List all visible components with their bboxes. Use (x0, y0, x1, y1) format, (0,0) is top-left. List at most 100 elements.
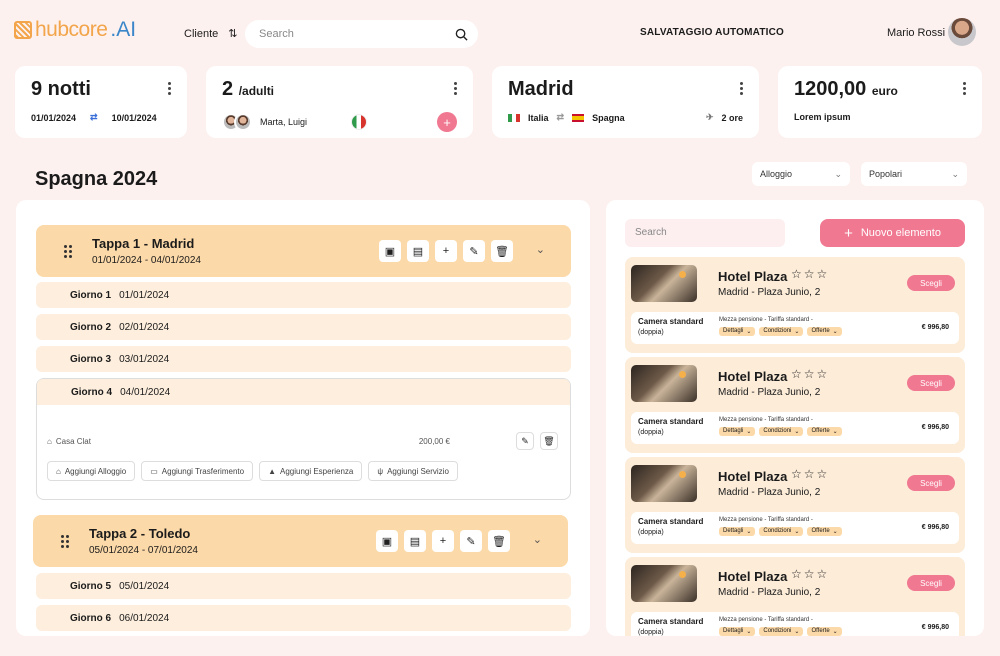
room-price: € 996,80 (921, 424, 949, 431)
add-trasferimento-button[interactable]: ▭ Aggiungi Trasferimento (141, 461, 254, 481)
add-servizio-button[interactable]: ψ Aggiungi Servizio (368, 461, 458, 481)
hotel-card[interactable]: Hotel Plaza ☆☆☆ Madrid - Plaza Junio, 2 … (625, 557, 965, 636)
hotel-search-input[interactable]: Search (625, 219, 785, 247)
hotel-name: Hotel Plaza (718, 269, 788, 284)
room-row: Camera standard (doppia) Mezza pensione … (631, 312, 959, 344)
nights-value: 9 notti (31, 78, 91, 100)
destination-card: Madrid Italia ⇄ Spagna ✈ 2 ore (492, 66, 759, 138)
more-icon[interactable] (453, 82, 457, 95)
dettagli-dropdown[interactable]: Dettagli ⌄ (719, 427, 756, 436)
date-to: 10/01/2024 (111, 112, 157, 123)
add-traveler-button[interactable]: + (437, 112, 457, 132)
dettagli-dropdown[interactable]: Dettagli ⌄ (719, 327, 756, 336)
new-element-button[interactable]: + Nuovo elemento (820, 219, 965, 247)
calendar-edit-button[interactable]: ▤ (404, 530, 426, 552)
calendar-edit-button[interactable]: ▤ (407, 240, 429, 262)
chevron-down-icon: ⌄ (834, 168, 842, 179)
hotel-card[interactable]: Hotel Plaza ☆☆☆ Madrid - Plaza Junio, 2 … (625, 357, 965, 453)
cliente-selector[interactable]: Cliente ⇅ (184, 27, 237, 41)
giorno-row[interactable]: Giorno 3 03/01/2024 (36, 346, 571, 372)
hotel-name: Hotel Plaza (718, 569, 788, 584)
select-button[interactable]: Scegli (907, 375, 955, 391)
chevron-down-icon: ⌄ (794, 529, 800, 535)
giorno-row[interactable]: Giorno 5 05/01/2024 (36, 573, 571, 599)
logo[interactable]: hubcore .AI (14, 18, 136, 42)
more-icon[interactable] (962, 82, 966, 95)
more-icon[interactable] (167, 82, 171, 95)
chevron-down-icon: ⌄ (746, 629, 752, 635)
hotel-image (631, 365, 697, 402)
giorno-label: Giorno 1 (70, 289, 112, 301)
drag-handle-icon[interactable] (61, 535, 69, 548)
giorno-date: 02/01/2024 (119, 321, 170, 333)
search-input[interactable]: Search (245, 20, 478, 48)
drag-handle-icon[interactable] (64, 245, 72, 258)
page-title: Spagna 2024 (35, 168, 158, 190)
edit-button[interactable]: ✎ (460, 530, 482, 552)
tappa-card[interactable]: Tappa 2 - Toledo 05/01/2024 - 07/01/2024… (33, 515, 568, 567)
delete-button[interactable]: 🗑 (488, 530, 510, 552)
condizioni-dropdown[interactable]: Condizioni ⌄ (759, 527, 804, 536)
giorno-row[interactable]: Giorno 1 01/01/2024 (36, 282, 571, 308)
hotel-location: Madrid - Plaza Junio, 2 (718, 487, 821, 498)
dettagli-dropdown[interactable]: Dettagli ⌄ (719, 627, 756, 636)
edit-button[interactable]: ✎ (463, 240, 485, 262)
add-alloggio-label: Aggiungi Alloggio (64, 466, 127, 476)
offerte-dropdown[interactable]: Offerte ⌄ (807, 627, 842, 636)
hotels-panel: Search + Nuovo elemento Hotel Plaza ☆☆☆ … (606, 200, 984, 636)
room-type: (doppia) (638, 529, 664, 536)
swap-icon[interactable]: ⇄ (90, 112, 98, 123)
condizioni-dropdown[interactable]: Condizioni ⌄ (759, 627, 804, 636)
add-esperienza-button[interactable]: ▲ Aggiungi Esperienza (259, 461, 363, 481)
calendar-add-button[interactable]: ▣ (379, 240, 401, 262)
chevron-down-icon: ⌄ (794, 429, 800, 435)
add-trasferimento-label: Aggiungi Trasferimento (161, 466, 245, 476)
add-button[interactable]: + (435, 240, 457, 262)
tag-label: Offerte (811, 328, 830, 334)
offerte-dropdown[interactable]: Offerte ⌄ (807, 327, 842, 336)
add-esperienza-label: Aggiungi Esperienza (279, 466, 354, 476)
select-button[interactable]: Scegli (907, 475, 955, 491)
delete-button[interactable]: 🗑 (540, 432, 558, 450)
more-icon[interactable] (739, 82, 743, 95)
select-button[interactable]: Scegli (907, 575, 955, 591)
delete-button[interactable]: 🗑 (491, 240, 513, 262)
italy-flag-icon (508, 113, 520, 122)
add-alloggio-button[interactable]: ⌂ Aggiungi Alloggio (47, 461, 136, 481)
user-avatar[interactable] (948, 18, 976, 46)
swap-icon[interactable]: ⇄ (557, 112, 565, 123)
condizioni-dropdown[interactable]: Condizioni ⌄ (759, 427, 804, 436)
alloggio-dropdown[interactable]: Alloggio ⌄ (752, 162, 850, 186)
chevron-down-icon: ⌄ (746, 529, 752, 535)
stars-icon: ☆☆☆ (791, 567, 830, 581)
calendar-add-button[interactable]: ▣ (376, 530, 398, 552)
price-card: 1200,00 euro Lorem ipsum (778, 66, 982, 138)
chevron-down-icon: ⌄ (794, 629, 800, 635)
tappa-card[interactable]: Tappa 1 - Madrid 01/01/2024 - 04/01/2024… (36, 225, 571, 277)
spain-flag-icon (572, 113, 585, 122)
popolari-dropdown[interactable]: Popolari ⌄ (861, 162, 967, 186)
chevron-down-icon[interactable]: ⌄ (536, 243, 545, 256)
edit-button[interactable]: ✎ (516, 432, 534, 450)
giorno-row[interactable]: Giorno 4 04/01/2024 (37, 379, 570, 405)
tag-label: Condizioni (763, 328, 792, 334)
condizioni-dropdown[interactable]: Condizioni ⌄ (759, 327, 804, 336)
select-button[interactable]: Scegli (907, 275, 955, 291)
offerte-dropdown[interactable]: Offerte ⌄ (807, 527, 842, 536)
hotel-card[interactable]: Hotel Plaza ☆☆☆ Madrid - Plaza Junio, 2 … (625, 257, 965, 353)
dettagli-dropdown[interactable]: Dettagli ⌄ (719, 527, 756, 536)
chevron-down-icon: ⌄ (832, 529, 838, 535)
giorno-row[interactable]: Giorno 6 06/01/2024 (36, 605, 571, 631)
destination-value: Madrid (508, 78, 574, 100)
home-icon: ⌂ (47, 436, 52, 446)
destination-country: Spagna (592, 112, 625, 123)
hotel-card[interactable]: Hotel Plaza ☆☆☆ Madrid - Plaza Junio, 2 … (625, 457, 965, 553)
tag-label: Offerte (811, 428, 830, 434)
giorno-row[interactable]: Giorno 2 02/01/2024 (36, 314, 571, 340)
tag-label: Condizioni (763, 628, 792, 634)
chevron-down-icon: ⌄ (832, 629, 838, 635)
offerte-dropdown[interactable]: Offerte ⌄ (807, 427, 842, 436)
adults-value: 2 (222, 78, 234, 100)
add-button[interactable]: + (432, 530, 454, 552)
chevron-down-icon[interactable]: ⌄ (533, 533, 542, 546)
